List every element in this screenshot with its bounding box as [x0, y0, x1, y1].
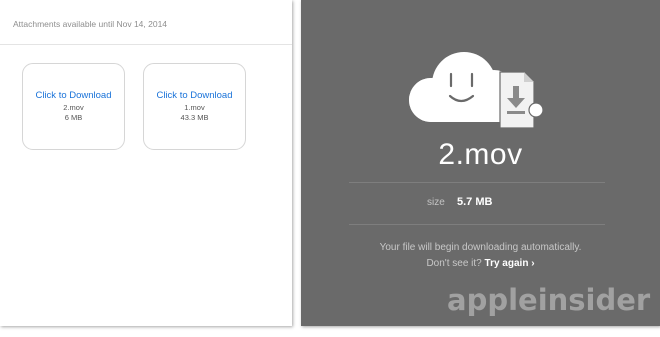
email-attachments-panel: Attachments available until Nov 14, 2014… [0, 0, 292, 326]
attachment-card-1-mov[interactable]: Click to Download 1.mov 43.3 MB [143, 63, 246, 150]
chevron-right-icon: › [531, 258, 535, 269]
cloud-face-icon [409, 52, 544, 129]
download-page-panel: 2.mov size 5.7 MB Your file will begin d… [301, 0, 660, 326]
attachments-availability-text: Attachments available until Nov 14, 2014 [13, 19, 168, 29]
try-again-link[interactable]: Try again [485, 258, 529, 269]
size-value: 5.7 MB [457, 196, 493, 208]
click-to-download-link[interactable]: Click to Download [23, 90, 124, 101]
attachment-filename: 2.mov [63, 103, 84, 112]
file-name-title: 2.mov [438, 138, 523, 171]
size-label: size [427, 197, 445, 208]
click-to-download-link[interactable]: Click to Download [144, 90, 245, 101]
retry-line: Don't see it? Try again › [301, 258, 660, 269]
divider [0, 44, 292, 45]
divider [349, 224, 605, 225]
watermark-logo: appleinsider [447, 283, 651, 317]
attachment-size: 43.3 MB [180, 113, 209, 122]
attachment-card-2-mov[interactable]: Click to Download 2.mov 6 MB [22, 63, 125, 150]
attachment-size: 6 MB [64, 113, 83, 122]
dont-see-text: Don't see it? [426, 258, 482, 269]
attachment-filename: 1.mov [184, 103, 205, 112]
divider [349, 182, 605, 183]
auto-download-message: Your file will begin downloading automat… [379, 242, 582, 253]
